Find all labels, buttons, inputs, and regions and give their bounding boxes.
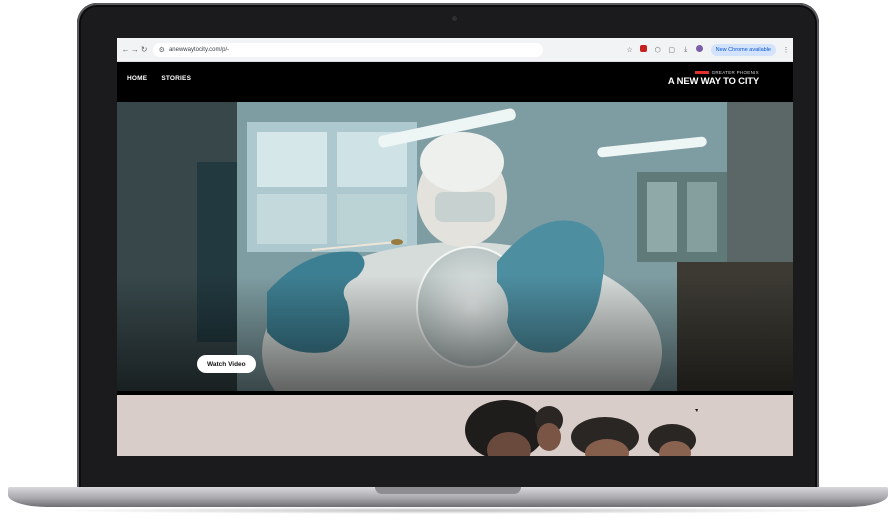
stories-photo (465, 400, 698, 456)
brand-title: A NEW WAY TO CITY (667, 76, 759, 87)
menu-dots-icon[interactable]: ⋮ (779, 46, 793, 54)
hero-video[interactable]: Watch Video (117, 102, 793, 391)
nav-stories[interactable]: STORIES (161, 75, 191, 82)
back-icon[interactable]: ← (121, 45, 130, 54)
address-bar[interactable]: ⚙ anewwaytocity.com/p/- (152, 42, 543, 57)
hero-image (117, 102, 793, 391)
profile-avatar-icon[interactable] (693, 45, 707, 54)
webcam (452, 16, 457, 21)
extensions-puzzle-icon[interactable]: ⬡ (651, 46, 665, 54)
site-settings-icon[interactable]: ⚙ (159, 46, 165, 54)
browser-actions: ☆ ⬡ ▢ ⤓ New Chrome available ⋮ (623, 43, 793, 56)
url-text: anewwaytocity.com/p/- (168, 46, 230, 53)
download-icon[interactable]: ⤓ (679, 46, 693, 54)
nav-home[interactable]: HOME (127, 75, 147, 82)
browser-toolbar: ← → ↻ ⚙ anewwaytocity.com/p/- ☆ ⬡ ▢ ⤓ Ne… (117, 38, 793, 62)
laptop-notch (375, 487, 521, 494)
brand-subtitle: GREATER PHOENIX (668, 70, 759, 75)
chrome-update-button[interactable]: New Chrome available (710, 43, 776, 56)
stories-section (117, 395, 793, 456)
site-nav: HOME STORIES (127, 75, 191, 82)
bookmark-star-icon[interactable]: ☆ (623, 46, 637, 54)
laptop-shadow (40, 507, 856, 514)
extension-icon[interactable] (637, 45, 651, 54)
forward-icon[interactable]: → (130, 45, 139, 54)
site-header: HOME STORIES GREATER PHOENIX A NEW WAY T… (117, 62, 793, 102)
watch-video-button[interactable]: Watch Video (197, 355, 256, 373)
reading-list-icon[interactable]: ▢ (665, 46, 679, 54)
laptop-screen: ← → ↻ ⚙ anewwaytocity.com/p/- ☆ ⬡ ▢ ⤓ Ne… (117, 38, 793, 456)
brand-mark-icon (694, 71, 709, 74)
reload-icon[interactable]: ↻ (139, 45, 148, 54)
site-logo[interactable]: GREATER PHOENIX A NEW WAY TO CITY (668, 70, 759, 87)
